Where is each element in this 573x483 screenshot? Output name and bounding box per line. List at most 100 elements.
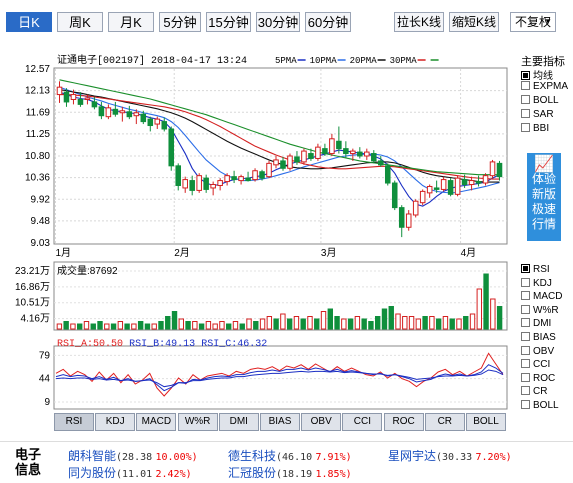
sub-indicator-option[interactable]: KDJ (521, 277, 552, 289)
candle (496, 160, 503, 181)
sub-indicator-option[interactable]: W%R (521, 304, 559, 316)
candle-body (294, 156, 300, 163)
volume-bar (117, 321, 124, 330)
indicator-tab[interactable]: OBV (301, 413, 342, 431)
candle (126, 105, 133, 120)
new-quote-promo[interactable]: 📈 体验 新版 极速 行情 (527, 153, 561, 241)
candle (426, 184, 433, 198)
candle-body (126, 111, 133, 118)
indicator-tab[interactable]: BIAS (260, 413, 300, 431)
volume-bar (469, 313, 476, 330)
checkbox-icon (521, 277, 530, 287)
volume-bar (368, 321, 374, 330)
indicator-tab[interactable]: ROC (383, 413, 424, 431)
sub-indicator-option[interactable]: CCI (521, 359, 550, 370)
candle-body (91, 101, 98, 108)
volume-bar (198, 323, 205, 330)
candle (105, 104, 112, 120)
indicator-tab[interactable]: BOLL (466, 413, 506, 431)
indicator-tab[interactable]: RSI (54, 413, 94, 431)
volume-bar (83, 321, 90, 330)
main-indicator-option[interactable]: SAR (521, 109, 554, 120)
indicator-tab[interactable]: W%R (177, 413, 218, 431)
sub-indicator-option[interactable]: BIAS (521, 332, 556, 343)
candle (56, 81, 63, 103)
promo-text-line: 体验 (531, 172, 556, 186)
concept-stock[interactable]: 星网宇达(30.33 7.20%) (388, 447, 512, 464)
volume-bar (341, 318, 347, 330)
candle (119, 106, 126, 122)
indicator-tab[interactable]: KDJ (95, 413, 136, 431)
sub-indicator-option[interactable]: RSI (521, 264, 550, 275)
stock-name[interactable]: 朗科智能 (68, 449, 116, 463)
candle-body (154, 118, 161, 125)
candle-body (175, 165, 181, 186)
candle-body (245, 177, 251, 182)
candle-body (419, 190, 426, 204)
concept-stock[interactable]: 朗科智能(28.38 10.00%) (68, 447, 198, 464)
candle-body (119, 110, 126, 114)
volume-bar (375, 316, 381, 330)
rsi-legend-label: RSI_B:49.13 (129, 339, 195, 350)
stock-name[interactable]: 汇冠股份 (228, 466, 276, 480)
ma-legend-label: 30PMA (390, 56, 418, 66)
concept-stock[interactable]: 同为股份(11.01 2.42%) (68, 464, 192, 481)
volume-bar (449, 318, 455, 330)
volume-bar (280, 313, 286, 330)
concept-stock[interactable]: 德生科技(46.10 7.91%) (228, 447, 352, 464)
indicator-tab[interactable]: CR (424, 413, 465, 431)
sub-indicator-option[interactable]: MACD (521, 291, 562, 302)
candle-body (168, 128, 175, 167)
stock-name[interactable]: 同为股份 (68, 466, 116, 480)
sub-indicator-option[interactable]: ROC (521, 372, 555, 384)
candle (112, 101, 119, 117)
month-tick-label: 2月 (174, 247, 190, 259)
candle-body (343, 148, 349, 155)
candle-body (161, 121, 168, 130)
indicator-tab[interactable]: CCI (342, 413, 383, 431)
promo-text-line: 新版 (531, 187, 556, 201)
volume-bar (104, 323, 110, 330)
checkbox-icon (521, 386, 530, 396)
sub-indicator-option[interactable]: OBV (521, 345, 554, 357)
indicator-label: W%R (533, 304, 559, 316)
checkbox-icon (521, 304, 530, 314)
main-indicator-option[interactable]: 均线 (521, 67, 553, 82)
checkbox-icon (521, 123, 530, 132)
main-indicator-option[interactable]: EXPMA (521, 81, 568, 92)
stock-name[interactable]: 德生科技 (228, 449, 276, 463)
indicator-tab[interactable]: DMI (218, 413, 259, 431)
candle-body (196, 175, 202, 191)
candle-body (433, 187, 440, 190)
candle-body (56, 86, 63, 96)
volume-bar (463, 316, 469, 330)
concept-stock[interactable]: 汇冠股份(18.19 1.85%) (228, 464, 352, 481)
candle-body (426, 185, 433, 194)
volume-bar (246, 318, 252, 330)
candle-body (468, 180, 475, 186)
volume-bar (90, 323, 96, 330)
main-indicator-option[interactable]: BBI (521, 123, 549, 134)
volume-bar (77, 323, 83, 330)
volume-bar (361, 318, 367, 330)
candle-body (147, 118, 154, 127)
main-indicator-option[interactable]: BOLL (521, 95, 559, 106)
stock-price: (11.01 (116, 469, 153, 480)
stock-name[interactable]: 星网宇达 (388, 449, 436, 463)
candle (287, 153, 293, 171)
volume-bar (185, 321, 191, 330)
candle-body (133, 112, 140, 117)
indicator-label: KDJ (533, 277, 552, 289)
checkbox-icon (521, 264, 530, 273)
volume-bar (212, 323, 218, 330)
candle (301, 148, 307, 165)
sub-indicator-option[interactable]: BOLL (521, 400, 559, 411)
sub-indicator-option[interactable]: DMI (521, 318, 551, 329)
candle-body (210, 184, 216, 189)
sub-indicator-option[interactable]: CR (521, 386, 547, 397)
indicator-tab[interactable]: MACD (136, 413, 177, 431)
promo-text-line: 极速 (531, 202, 556, 216)
stock-chart: 12.57 12.13 11.69 11.25 10.80 10.36 9.92 9.48 9.… (15, 53, 508, 410)
candle-body (63, 91, 70, 103)
candle (440, 176, 447, 192)
